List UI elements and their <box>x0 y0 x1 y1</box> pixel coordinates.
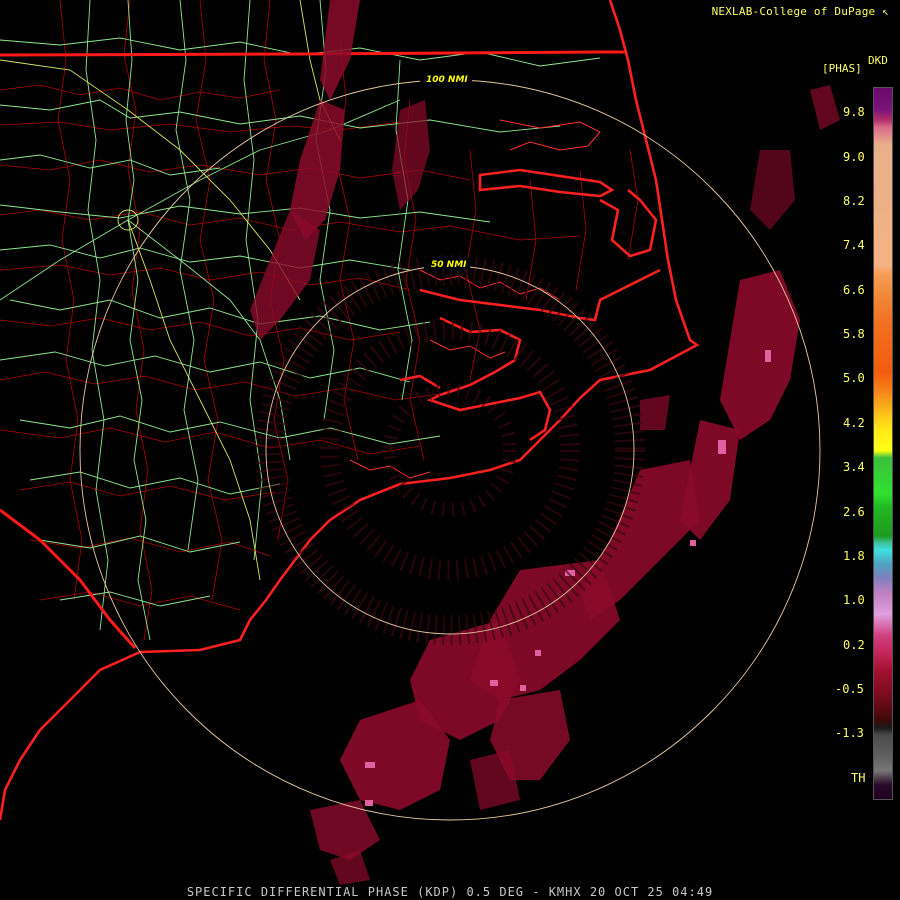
legend-label: TH <box>851 771 866 785</box>
legend-label: 1.0 <box>843 593 865 607</box>
legend-label: 4.2 <box>843 416 865 430</box>
legend-label: 2.6 <box>843 505 865 519</box>
radar-map: 50 NMI 100 NMI <box>0 0 840 885</box>
legend-label: -1.3 <box>835 726 864 740</box>
radar-echoes <box>250 0 840 885</box>
legend-label: -0.5 <box>835 682 864 696</box>
legend-label: 3.4 <box>843 460 865 474</box>
legend-label: 5.0 <box>843 371 865 385</box>
legend-label: 0.2 <box>843 638 865 652</box>
range-ring-label-50: 50 NMI <box>431 260 467 270</box>
coastline <box>0 0 700 821</box>
range-ring-label-100: 100 NMI <box>426 75 468 85</box>
sound-outlines <box>349 119 601 479</box>
legend-units: [PHAS] <box>822 62 862 75</box>
legend-label: 6.6 <box>843 283 865 297</box>
legend-label: 1.8 <box>843 549 865 563</box>
product-footer: SPECIFIC DIFFERENTIAL PHASE (KDP) 0.5 DE… <box>186 885 714 899</box>
legend-label: 8.2 <box>843 194 865 208</box>
legend-label: 9.8 <box>843 105 865 119</box>
legend-label: 5.8 <box>843 327 865 341</box>
product-code: DKD <box>868 54 888 67</box>
legend-label: 7.4 <box>843 238 865 252</box>
credit-text: NEXLAB-College of DuPage ↖ <box>712 5 889 18</box>
credit-label: NEXLAB-College of DuPage <box>711 5 876 18</box>
color-scale-bar <box>873 87 893 800</box>
legend-label: 9.0 <box>843 150 865 164</box>
k-mark-icon: ↖ <box>882 5 889 18</box>
